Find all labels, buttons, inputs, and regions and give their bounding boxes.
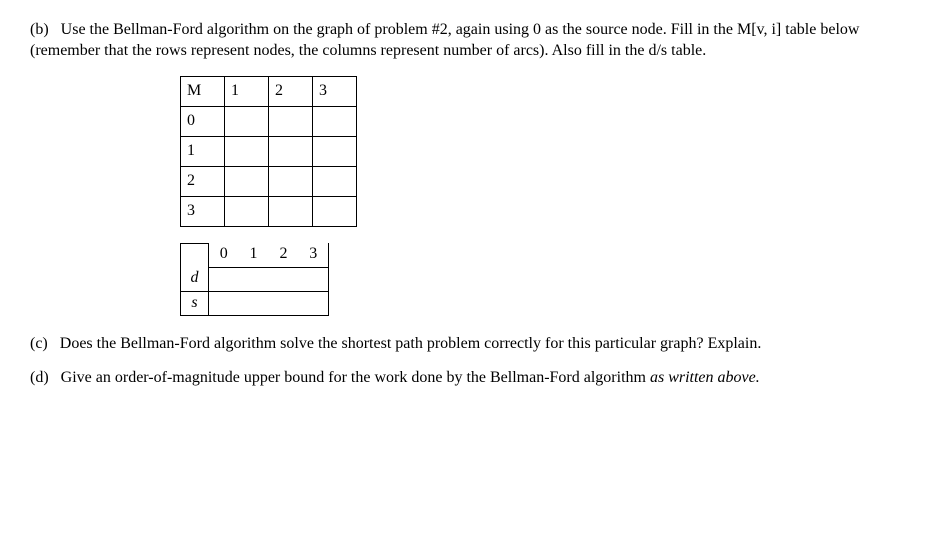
part-c-label: (c): [30, 335, 48, 352]
ds-table-cell: [299, 267, 329, 291]
ds-table-row: d: [181, 267, 329, 291]
part-b-label: (b): [30, 21, 49, 38]
m-table-row-label: 3: [181, 196, 225, 226]
m-table-cell: [313, 166, 357, 196]
ds-table-row-label: s: [181, 291, 209, 315]
ds-table-cell: [239, 291, 269, 315]
ds-table-row-label: d: [181, 267, 209, 291]
m-table-row-label: 0: [181, 106, 225, 136]
m-table-cell: [313, 136, 357, 166]
part-d-body-prefix: Give an order-of-magnitude upper bound f…: [61, 369, 650, 386]
ds-table-cell: [239, 267, 269, 291]
m-table-row: 2: [181, 166, 357, 196]
part-c: (c) Does the Bellman-Ford algorithm solv…: [30, 334, 895, 355]
m-table: M 1 2 3 0 1 2 3: [180, 76, 357, 227]
part-d-label: (d): [30, 369, 49, 386]
part-c-body: Does the Bellman-Ford algorithm solve th…: [60, 335, 762, 352]
ds-table-col-header: 0: [209, 243, 239, 267]
ds-table-col-header: 3: [299, 243, 329, 267]
m-table-cell: [225, 106, 269, 136]
m-table-header-cell: 2: [269, 76, 313, 106]
m-table-cell: [313, 106, 357, 136]
ds-table-cell: [299, 291, 329, 315]
m-table-cell: [269, 196, 313, 226]
ds-table-cell: [209, 291, 239, 315]
m-table-header-cell: M: [181, 76, 225, 106]
m-table-row-label: 1: [181, 136, 225, 166]
ds-table-header-row: 0 1 2 3: [181, 243, 329, 267]
m-table-cell: [269, 136, 313, 166]
m-table-container: M 1 2 3 0 1 2 3: [180, 76, 895, 227]
m-table-cell: [269, 106, 313, 136]
part-b: (b) Use the Bellman-Ford algorithm on th…: [30, 20, 895, 62]
m-table-header-cell: 1: [225, 76, 269, 106]
m-table-row: 3: [181, 196, 357, 226]
ds-table-cell: [269, 267, 299, 291]
part-c-text: (c) Does the Bellman-Ford algorithm solv…: [30, 334, 895, 355]
m-table-cell: [269, 166, 313, 196]
m-table-header-cell: 3: [313, 76, 357, 106]
m-table-cell: [313, 196, 357, 226]
ds-table-corner: [181, 243, 209, 267]
part-d-body-italic: as written above.: [650, 369, 760, 386]
ds-table-cell: [269, 291, 299, 315]
ds-table-cell: [209, 267, 239, 291]
m-table-row-label: 2: [181, 166, 225, 196]
m-table-cell: [225, 166, 269, 196]
part-d: (d) Give an order-of-magnitude upper bou…: [30, 368, 895, 389]
m-table-row: 1: [181, 136, 357, 166]
ds-table-row: s: [181, 291, 329, 315]
part-b-text: (b) Use the Bellman-Ford algorithm on th…: [30, 20, 895, 62]
m-table-cell: [225, 136, 269, 166]
ds-table-col-header: 1: [239, 243, 269, 267]
part-b-body: Use the Bellman-Ford algorithm on the gr…: [30, 21, 859, 59]
part-d-text: (d) Give an order-of-magnitude upper bou…: [30, 368, 895, 389]
m-table-cell: [225, 196, 269, 226]
m-table-row: 0: [181, 106, 357, 136]
ds-table: 0 1 2 3 d s: [180, 243, 329, 316]
ds-table-col-header: 2: [269, 243, 299, 267]
m-table-header-row: M 1 2 3: [181, 76, 357, 106]
